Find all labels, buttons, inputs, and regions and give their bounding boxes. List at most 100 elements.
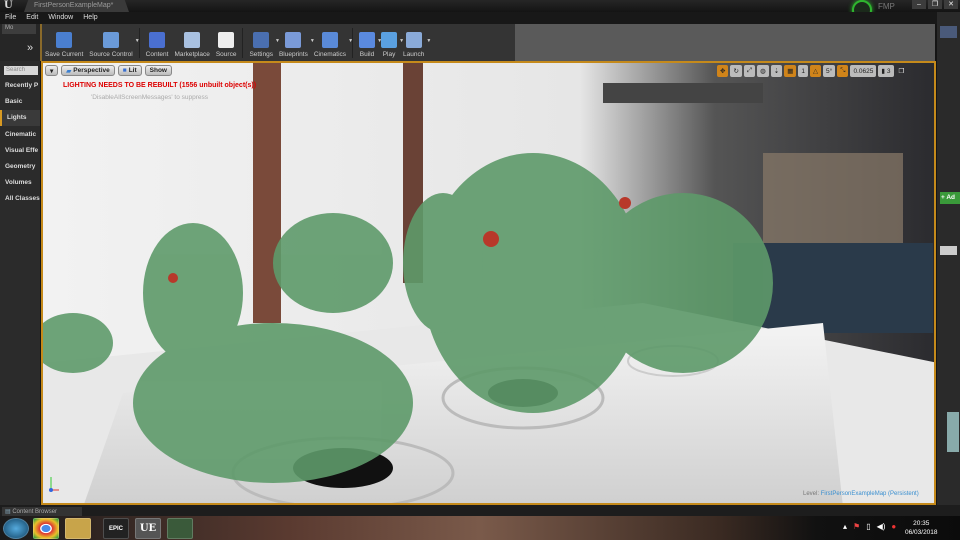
- axis-gizmo-icon: [49, 477, 59, 492]
- scale-tool-icon[interactable]: ⤢: [743, 65, 756, 77]
- surface-snap-icon[interactable]: ⇣: [770, 65, 783, 77]
- toolbar-label: Marketplace: [174, 51, 210, 58]
- clock-date: 06/03/2018: [905, 529, 938, 536]
- toolbar-label: Content: [145, 51, 169, 58]
- cinematics-button[interactable]: Cinematics ▼: [311, 24, 353, 61]
- clock[interactable]: 20:35 06/03/2018: [905, 519, 938, 537]
- place-category-item[interactable]: Recently P: [0, 78, 40, 94]
- cinematics-icon: [321, 32, 338, 48]
- place-category-item[interactable]: Cinematic: [0, 127, 40, 143]
- toolbar-label: Cinematics: [313, 51, 347, 58]
- tray-expand-icon[interactable]: ▴: [843, 522, 847, 531]
- chrome-taskbar-icon[interactable]: [33, 518, 59, 539]
- place-category-item[interactable]: All Classes: [0, 191, 40, 207]
- source-icon: [218, 32, 235, 48]
- marketplace-button[interactable]: Marketplace: [171, 24, 212, 61]
- main-toolbar: Save Current Source Control ▼ Content Market…: [40, 24, 515, 61]
- maximize-viewport-icon[interactable]: ❐: [896, 65, 908, 77]
- place-category-item[interactable]: Basic: [0, 94, 40, 110]
- lighting-warning: LIGHTING NEEDS TO BE REBUILT (1556 unbui…: [63, 82, 257, 89]
- play-icon: [381, 32, 398, 48]
- content-browser-bar: [0, 505, 960, 516]
- show-button[interactable]: Show: [144, 65, 172, 76]
- content-browser-tab[interactable]: ▤ Content Browser: [2, 507, 82, 516]
- world-outliner-icon[interactable]: [940, 26, 957, 38]
- blueprints-icon: [285, 32, 302, 48]
- rotate-tool-icon[interactable]: ↻: [730, 65, 742, 77]
- antivirus-icon[interactable]: ●: [891, 522, 896, 531]
- blueprints-button[interactable]: Blueprints ▼: [276, 24, 315, 61]
- menu-file[interactable]: File: [5, 12, 16, 24]
- dropdown-arrow-icon[interactable]: ▼: [348, 38, 353, 44]
- perspective-label: Perspective: [73, 67, 110, 74]
- rotation-snap-icon[interactable]: △: [810, 65, 822, 77]
- project-badge-label: FMP: [878, 2, 895, 11]
- network-icon[interactable]: ▯: [866, 522, 870, 531]
- place-search-input[interactable]: Search: [4, 66, 38, 75]
- menu-help[interactable]: Help: [83, 12, 97, 24]
- place-category-item[interactable]: Volumes: [0, 175, 40, 191]
- source-control-button[interactable]: Source Control ▼: [86, 24, 140, 61]
- place-category-item[interactable]: Lights: [0, 110, 40, 127]
- explorer-taskbar-icon[interactable]: [65, 518, 91, 539]
- details-search-input[interactable]: [940, 246, 957, 255]
- details-panel: + Ad: [937, 12, 960, 506]
- settings-button[interactable]: Settings ▼: [246, 24, 280, 61]
- toolbar-label: Save Current: [45, 51, 84, 58]
- translate-tool-icon[interactable]: ✥: [717, 65, 729, 77]
- suppress-hint: 'DisableAllScreenMessages' to suppress: [91, 94, 209, 101]
- scale-snap-value[interactable]: 0.0625: [850, 65, 877, 77]
- toolbar-label: Source: [215, 51, 237, 58]
- content-icon: [149, 32, 166, 48]
- scene-render: [43, 63, 934, 503]
- play-button[interactable]: Play ▼: [378, 24, 404, 61]
- settings-icon: [253, 32, 270, 48]
- toolbar-label: Build: [359, 51, 375, 58]
- content-button[interactable]: Content: [143, 24, 172, 61]
- maximize-button[interactable]: ❐: [928, 0, 942, 9]
- grid-snap-value[interactable]: 1: [798, 65, 809, 77]
- monitor-taskbar-icon[interactable]: [167, 518, 193, 539]
- camera-speed-button[interactable]: ▮ 3: [878, 65, 894, 77]
- modes-tab[interactable]: Mo: [2, 24, 36, 34]
- perspective-button[interactable]: ▰ Perspective: [61, 65, 115, 76]
- system-tray: ▴ ⚑ ▯ ◀) ●: [843, 522, 896, 531]
- viewport-options-button[interactable]: ▾: [45, 65, 59, 76]
- place-category-item[interactable]: Visual Effe: [0, 143, 40, 159]
- level-prefix: Level:: [803, 491, 820, 497]
- toolbar-label: Settings: [249, 51, 273, 58]
- start-button[interactable]: [3, 518, 29, 539]
- unreal-taskbar-icon[interactable]: UE: [135, 518, 161, 539]
- build-button[interactable]: Build ▼: [356, 24, 382, 61]
- map-tab[interactable]: FirstPersonExampleMap*: [24, 0, 129, 12]
- lit-button[interactable]: ■ Lit: [117, 65, 142, 76]
- material-thumbnail[interactable]: [947, 412, 959, 452]
- minimize-button[interactable]: –: [912, 0, 926, 9]
- dropdown-arrow-icon[interactable]: ▼: [135, 38, 140, 44]
- save-current-button[interactable]: Save Current: [42, 24, 86, 61]
- add-component-button[interactable]: + Ad: [940, 192, 960, 204]
- toolbar-label: Blueprints: [278, 51, 308, 58]
- epic-launcher-taskbar-icon[interactable]: EPIC: [103, 518, 129, 539]
- place-category-item[interactable]: Geometry: [0, 159, 40, 175]
- viewport-toolbar-right: ✥ ↻ ⤢ ◍ ⇣ ▦ 1 △ 5° ⤡ 0.0625 ▮ 3 ❐: [717, 65, 907, 77]
- dropdown-arrow-icon[interactable]: ▼: [426, 38, 431, 44]
- scale-snap-icon[interactable]: ⤡: [837, 65, 849, 77]
- level-label: Level: FirstPersonExampleMap (Persistent…: [803, 491, 919, 497]
- launch-button[interactable]: Launch ▼: [400, 24, 431, 61]
- menu-window[interactable]: Window: [48, 12, 73, 24]
- level-viewport[interactable]: [41, 61, 936, 505]
- grid-snap-icon[interactable]: ▦: [784, 65, 797, 77]
- rotation-snap-value[interactable]: 5°: [823, 65, 836, 77]
- camera-icon: ▰: [66, 67, 72, 75]
- flag-icon[interactable]: ⚑: [853, 522, 860, 531]
- unreal-logo-icon[interactable]: U: [4, 0, 13, 11]
- close-button[interactable]: ✕: [944, 0, 958, 9]
- source-button[interactable]: Source: [213, 24, 240, 61]
- level-name: FirstPersonExampleMap (Persistent): [820, 491, 919, 497]
- volume-icon[interactable]: ◀): [877, 522, 886, 531]
- world-local-icon[interactable]: ◍: [757, 65, 769, 77]
- title-bar: [0, 0, 960, 12]
- menu-edit[interactable]: Edit: [26, 12, 38, 24]
- expand-chevron-icon[interactable]: »: [27, 42, 33, 54]
